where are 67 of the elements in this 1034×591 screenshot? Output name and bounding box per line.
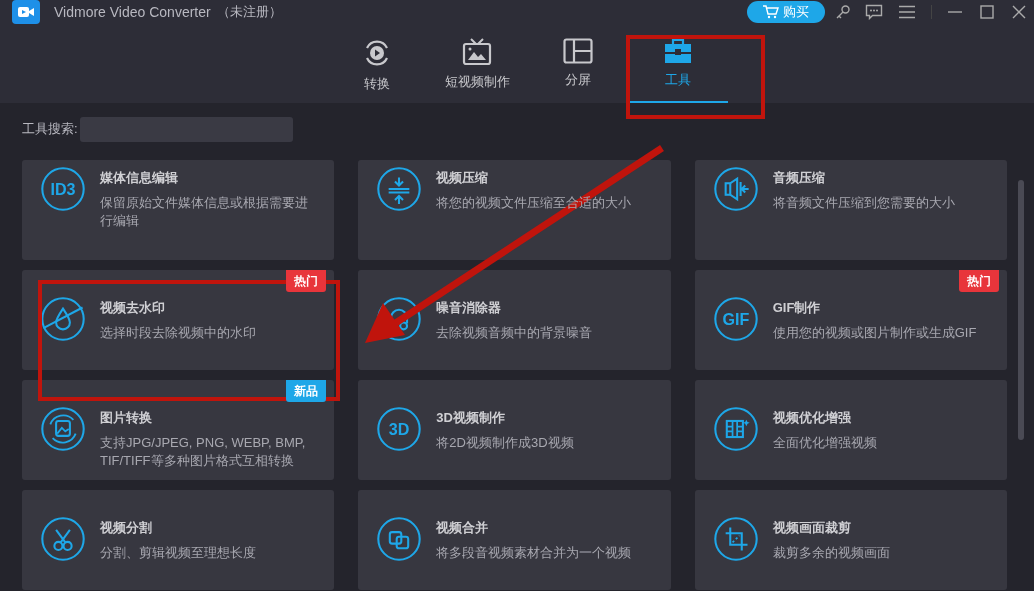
- search-label: 工具搜索:: [22, 120, 78, 139]
- tool-card[interactable]: ID3 媒体信息编辑 保留原始文件媒体信息或根据需要进行编辑: [22, 160, 335, 260]
- tool-card[interactable]: 视频合并 将多段音视频素材合并为一个视频: [358, 490, 671, 590]
- drop-icon: [40, 296, 86, 342]
- search-field[interactable]: [79, 116, 293, 142]
- tool-description: 支持JPG/JPEG, PNG, WEBP, BMP, TIF/TIFF等多种图片格式互相转换: [100, 433, 307, 470]
- tool-description: 分割、剪辑视频至理想长度: [100, 543, 256, 562]
- compress-icon: [376, 166, 423, 212]
- film-sparkle-icon: [712, 406, 759, 452]
- tool-description: 将多段音视频素材合并为一个视频: [436, 543, 632, 562]
- tool-card[interactable]: 热门 视频去水印 选择时段去除视频中的水印: [22, 270, 335, 370]
- tool-title: 视频优化增强: [772, 409, 852, 427]
- tool-description: 全面优化增强视频: [772, 433, 877, 452]
- tool-title: 视频去水印: [100, 299, 166, 317]
- text-circle-icon: 3D: [376, 406, 423, 452]
- nav-tab[interactable]: 工具: [627, 24, 728, 103]
- key-icon[interactable]: [835, 4, 851, 20]
- split-screen-icon: [562, 38, 593, 64]
- merge-icon: [376, 516, 423, 562]
- tool-description: 裁剪多余的视频画面: [772, 543, 890, 562]
- scrollbar[interactable]: [1017, 180, 1024, 440]
- tool-description: 将2D视频制作成3D视频: [436, 433, 574, 452]
- tool-description: 将音频文件压缩到您需要的大小: [772, 193, 955, 212]
- image-convert-icon: [40, 406, 86, 452]
- nav-tab[interactable]: 转换: [326, 24, 427, 103]
- toolbox-icon: [663, 38, 692, 64]
- tool-title: 媒体信息编辑: [100, 169, 179, 187]
- tool-title: 视频画面裁剪: [772, 519, 852, 537]
- tool-description: 去除视频音频中的背景噪音: [436, 323, 593, 342]
- text-circle-icon: ID3: [40, 166, 86, 212]
- scissors-icon: [40, 516, 86, 562]
- maximize-icon[interactable]: [980, 5, 994, 19]
- tool-description: 使用您的视频或图片制作或生成GIF: [772, 323, 977, 342]
- tool-title: 噪音消除器: [436, 299, 503, 317]
- menu-icon[interactable]: [899, 5, 915, 19]
- tool-title: 音频压缩: [772, 169, 826, 187]
- tool-card[interactable]: 音频压缩 将音频文件压缩到您需要的大小: [694, 160, 1007, 260]
- tool-description: 保留原始文件媒体信息或根据需要进行编辑: [100, 193, 309, 230]
- badge: 热门: [286, 270, 327, 292]
- tool-title: 视频压缩: [436, 169, 490, 187]
- cart-icon: [763, 5, 779, 19]
- tool-description: 选择时段去除视频中的水印: [100, 323, 256, 342]
- tool-title: 图片转换: [100, 409, 153, 427]
- window-title: Vidmore Video Converter: [54, 2, 211, 22]
- tool-card[interactable]: 视频画面裁剪 裁剪多余的视频画面: [694, 490, 1007, 590]
- tool-card[interactable]: 3D 3D视频制作 将2D视频制作成3D视频: [358, 380, 671, 480]
- crop-icon: [712, 516, 759, 562]
- speaker-icon: [712, 166, 759, 212]
- tool-title: 视频分割: [100, 519, 153, 537]
- tool-card[interactable]: 视频分割 分割、剪辑视频至理想长度: [22, 490, 335, 590]
- badge: 新品: [286, 380, 327, 402]
- nav-tab[interactable]: 分屏: [527, 24, 628, 103]
- app-logo: [12, 0, 40, 24]
- tool-title: 视频合并: [436, 519, 490, 537]
- tool-card[interactable]: 视频优化增强 全面优化增强视频: [694, 380, 1007, 480]
- nav-tab[interactable]: 短视频制作: [426, 24, 528, 103]
- tool-title: GIF制作: [772, 299, 822, 317]
- tool-card[interactable]: 热门 GIF GIF制作 使用您的视频或图片制作或生成GIF: [694, 270, 1007, 370]
- tool-card[interactable]: 噪音消除器 去除视频音频中的背景噪音: [358, 270, 671, 370]
- feedback-icon[interactable]: [865, 4, 883, 20]
- tool-card[interactable]: 新品 图片转换 支持JPG/JPEG, PNG, WEBP, BMP, TIF/TIFF等多种图片格式互相转换: [22, 380, 335, 480]
- tool-title: 3D视频制作: [436, 409, 506, 427]
- text-circle-icon: GIF: [712, 296, 759, 342]
- badge: 热门: [959, 270, 999, 292]
- registration-status: （未注册）: [216, 3, 282, 22]
- tv-icon: [462, 38, 492, 66]
- close-icon[interactable]: [1012, 5, 1026, 19]
